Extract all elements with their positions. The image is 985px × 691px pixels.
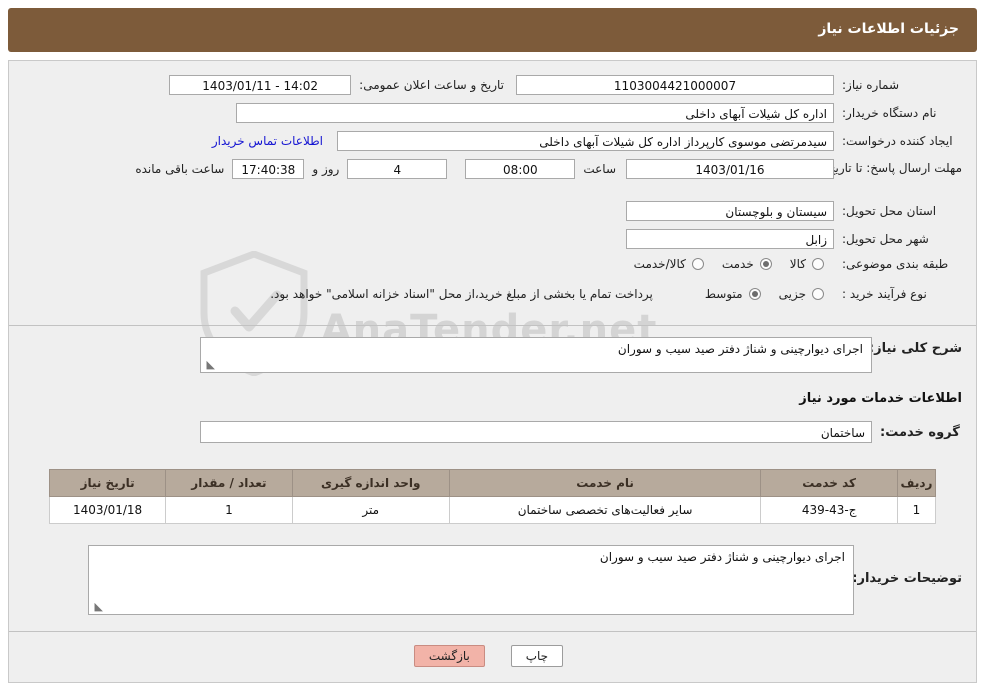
col-index: ردیف [896,469,937,497]
category-option-kala[interactable]: کالا [790,257,824,271]
city-value: زابل [626,229,834,249]
category-option-khedmat[interactable]: خدمت [722,257,772,271]
province-value: سیستان و بلوچستان [626,201,834,221]
category-option-kala-khedmat-label: کالا/خدمت [633,257,686,271]
row-need-number: شماره نیاز: 1103004421000007 [516,75,962,95]
cell-date: 1403/01/18 [48,496,167,524]
cell-index: 1 [896,496,937,524]
col-name: نام خدمت [448,469,762,497]
row-announce-datetime: تاریخ و ساعت اعلان عمومی: 14:02 - 1403/0… [169,75,504,95]
details-panel: AnaTender.net شماره نیاز: 11030044210000… [8,60,977,683]
city-label: شهر محل تحویل: [842,232,929,246]
deadline-label: مهلت ارسال پاسخ: تا تاریخ: [823,161,962,175]
summary-textarea[interactable]: اجرای دیوارچینی و شناژ دفتر صید سیب و سو… [200,337,872,373]
category-option-kala-khedmat[interactable]: کالا/خدمت [634,257,704,271]
buyer-org-label: نام دستگاه خریدار: [842,106,937,120]
purchase-option-motevaset-label: متوسط [704,287,743,301]
buyer-contact-link[interactable]: اطلاعات تماس خریدار [212,134,323,148]
radio-jozi[interactable] [812,288,824,300]
row-buyer-notes: توضیحات خریدار: اجرای دیوارچینی و شناژ د… [88,545,962,615]
row-province: استان محل تحویل: سیستان و بلوچستان [626,201,962,221]
services-table-wrapper: ردیف کد خدمت نام خدمت واحد اندازه گیری ت… [48,469,937,524]
province-label: استان محل تحویل: [842,204,937,218]
summary-label: شرح کلی نیاز: [868,341,962,356]
table-row: 1 ج-43-439 سایر فعالیت‌های تخصصی ساختمان… [48,496,937,524]
service-group-label: گروه خدمت: [880,424,960,440]
need-number-value: 1103004421000007 [516,75,834,95]
remaining-time-label: ساعت باقی مانده [135,162,225,176]
cell-name: سایر فعالیت‌های تخصصی ساختمان [448,496,762,524]
requester-label: ایجاد کننده درخواست: [842,134,953,148]
col-quantity: تعداد / مقدار [165,469,293,497]
radio-motevaset[interactable] [748,288,761,300]
row-city: شهر محل تحویل: زابل [626,229,962,249]
back-button[interactable]: بازگشت [413,645,485,667]
page-title: جزئیات اطلاعات نیاز [818,21,959,37]
footer-actions: چاپ بازگشت [9,645,976,667]
remaining-days-label: روز و [312,162,340,176]
col-unit: واحد اندازه گیری [291,469,450,497]
services-table: ردیف کد خدمت نام خدمت واحد اندازه گیری ت… [48,469,937,524]
row-deadline: مهلت ارسال پاسخ: تا تاریخ: 1403/01/16 سا… [135,159,962,179]
deadline-time-label: ساعت [583,162,616,176]
purchase-option-motevaset[interactable]: متوسط [705,287,761,301]
remaining-days-value: 4 [347,159,448,179]
service-group-value: ساختمان [200,421,872,443]
resize-grip-icon-2[interactable]: ◣ [91,601,103,613]
purchase-option-jozi[interactable]: جزیی [779,287,824,301]
row-purchase-type: نوع فرآیند خرید : جزیی متوسط پرداخت تمام… [270,287,962,301]
radio-kala[interactable] [812,258,824,270]
need-number-label: شماره نیاز: [842,78,899,92]
radio-kala-khedmat[interactable] [691,258,704,270]
purchase-note: پرداخت تمام یا بخشی از مبلغ خرید،از محل … [270,287,653,301]
announce-datetime-value: 14:02 - 1403/01/11 [169,75,352,95]
purchase-type-label: نوع فرآیند خرید : [842,287,927,301]
resize-grip-icon[interactable]: ◣ [203,359,215,371]
row-category: طبقه بندی موضوعی: کالا خدمت کالا/خدمت [616,257,962,271]
deadline-time-value: 08:00 [465,159,576,179]
services-section-title: اطلاعات خدمات مورد نیاز [799,391,962,406]
category-option-kala-label: کالا [789,257,806,271]
row-requester: ایجاد کننده درخواست: سیدمرتضی موسوی کارپ… [212,131,962,151]
row-summary: شرح کلی نیاز: اجرای دیوارچینی و شناژ دفت… [200,337,962,373]
page-header: جزئیات اطلاعات نیاز [8,8,977,52]
summary-value: اجرای دیوارچینی و شناژ دفتر صید سیب و سو… [617,342,863,356]
announce-datetime-label: تاریخ و ساعت اعلان عمومی: [359,78,504,92]
divider-1 [9,325,976,326]
cell-code: ج-43-439 [760,496,898,524]
print-button[interactable]: چاپ [510,645,564,667]
deadline-date-value: 1403/01/16 [626,159,834,179]
purchase-option-jozi-label: جزیی [778,287,806,301]
page-root: جزئیات اطلاعات نیاز AnaTender.net شماره … [0,0,985,691]
category-label: طبقه بندی موضوعی: [842,257,949,271]
requester-value: سیدمرتضی موسوی کارپرداز اداره کل شیلات آ… [337,131,834,151]
row-service-group: گروه خدمت: ساختمان [200,421,962,443]
row-buyer-org: نام دستگاه خریدار: اداره کل شیلات آبهای … [236,103,962,123]
buyer-notes-value: اجرای دیوارچینی و شناژ دفتر صید سیب و سو… [599,550,845,564]
cell-quantity: 1 [165,496,293,524]
divider-2 [9,631,976,632]
services-table-header-row: ردیف کد خدمت نام خدمت واحد اندازه گیری ت… [48,469,937,497]
col-code: کد خدمت [760,469,898,497]
category-option-khedmat-label: خدمت [721,257,754,271]
col-date: تاریخ نیاز [48,469,167,497]
radio-khedmat[interactable] [759,258,772,270]
buyer-org-value: اداره کل شیلات آبهای داخلی [236,103,834,123]
buyer-notes-label: توضیحات خریدار: [852,571,962,586]
cell-unit: متر [291,496,450,524]
buyer-notes-textarea[interactable]: اجرای دیوارچینی و شناژ دفتر صید سیب و سو… [88,545,854,615]
remaining-time-value: 17:40:38 [232,159,305,179]
